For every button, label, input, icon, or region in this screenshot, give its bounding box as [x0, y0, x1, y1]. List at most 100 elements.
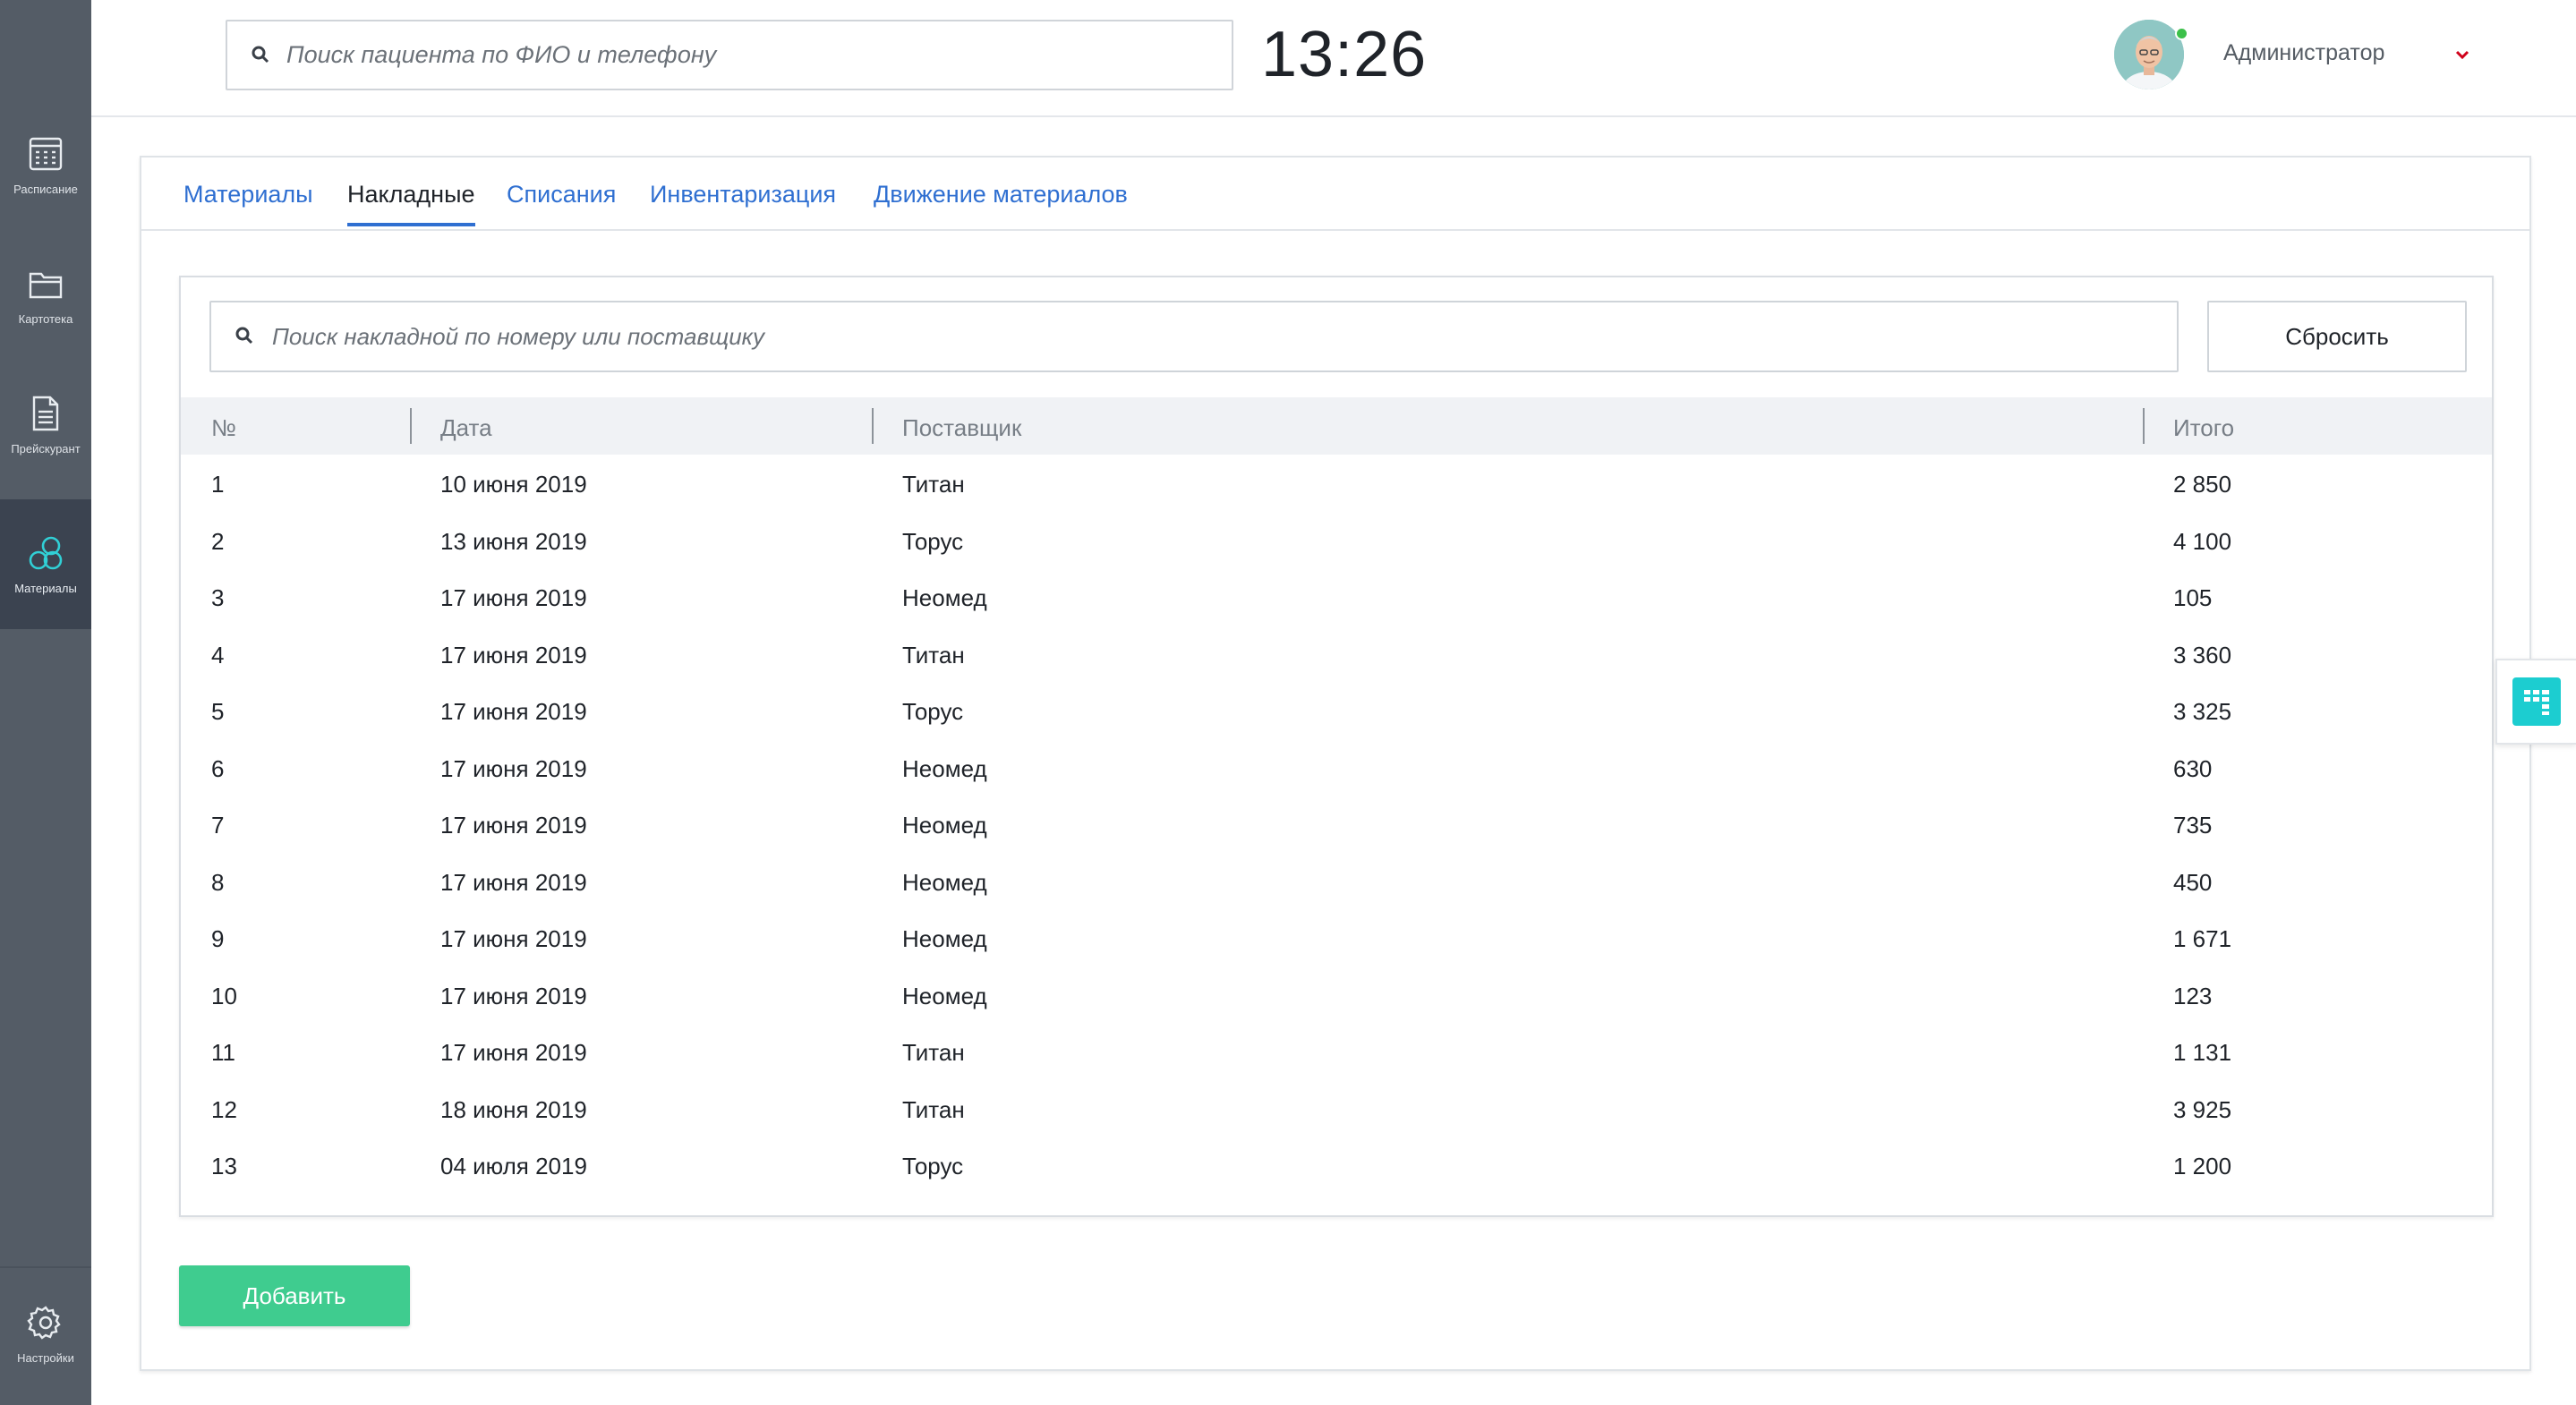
table-header: № Дата Поставщик Итого	[181, 397, 2492, 455]
cell-supplier: Титан	[902, 471, 965, 498]
table-row[interactable]: 3 17 июня 2019 Неомед 105	[181, 568, 2492, 626]
cell-number: 9	[211, 925, 225, 952]
patient-search-box[interactable]	[226, 20, 1233, 90]
cell-date: 10 июня 2019	[440, 471, 587, 498]
cell-total: 1 131	[2173, 1039, 2232, 1066]
grid-widget-icon	[2524, 690, 2549, 715]
sidebar-item-pricelist[interactable]: Прейскурант	[0, 360, 91, 490]
sidebar-item-label: Настройки	[17, 1351, 74, 1365]
gear-icon	[27, 1306, 61, 1340]
sidebar-item-schedule[interactable]: Расписание	[0, 100, 91, 230]
column-resize-handle[interactable]	[2143, 408, 2145, 444]
column-header-total[interactable]: Итого	[2173, 414, 2234, 442]
table-row[interactable]: 8 17 июня 2019 Неомед 450	[181, 853, 2492, 910]
cell-total: 105	[2173, 584, 2213, 611]
cell-date: 17 июня 2019	[440, 584, 587, 611]
cell-number: 11	[211, 1039, 235, 1066]
table-row[interactable]: 2 13 июня 2019 Торус 4 100	[181, 512, 2492, 569]
column-header-number[interactable]: №	[211, 414, 236, 442]
cell-number: 8	[211, 868, 225, 896]
sidebar-item-label: Материалы	[14, 582, 77, 595]
cell-total: 3 360	[2173, 641, 2232, 668]
doctor-avatar-image	[2114, 20, 2184, 89]
cell-number: 5	[211, 698, 225, 725]
cell-date: 13 июня 2019	[440, 527, 587, 555]
tab-inventory[interactable]: Инвентаризация	[650, 181, 836, 223]
reset-button[interactable]: Сбросить	[2207, 301, 2467, 372]
cell-number: 4	[211, 641, 225, 668]
materials-icon	[29, 536, 63, 570]
cell-number: 1	[211, 471, 225, 498]
column-header-supplier[interactable]: Поставщик	[902, 414, 1021, 442]
widget-icon-box	[2512, 677, 2561, 726]
table-row[interactable]: 10 17 июня 2019 Неомед 123	[181, 966, 2492, 1024]
cell-date: 17 июня 2019	[440, 698, 587, 725]
column-header-date[interactable]: Дата	[440, 414, 492, 442]
document-icon	[32, 396, 59, 431]
cell-date: 18 июня 2019	[440, 1095, 587, 1123]
online-status-dot	[2175, 27, 2188, 40]
invoices-card: Сбросить № Дата Поставщик Итого 1 10 июн…	[179, 276, 2494, 1217]
cell-number: 10	[211, 982, 237, 1009]
add-button[interactable]: Добавить	[179, 1265, 410, 1326]
table-row[interactable]: 11 17 июня 2019 Титан 1 131	[181, 1023, 2492, 1080]
sidebar: Расписание Картотека Прейскурант Материа…	[0, 0, 91, 1405]
cell-number: 13	[211, 1153, 237, 1179]
clock: 13:26	[1261, 19, 1428, 90]
sidebar-item-settings[interactable]: Настройки	[0, 1269, 91, 1399]
cell-total: 450	[2173, 868, 2213, 896]
cell-total: 4 100	[2173, 527, 2232, 555]
cell-date: 17 июня 2019	[440, 812, 587, 839]
cell-supplier: Титан	[902, 1039, 965, 1066]
cell-supplier: Неомед	[902, 812, 987, 839]
invoice-search-input[interactable]	[272, 322, 2177, 351]
cell-date: 17 июня 2019	[440, 1039, 587, 1066]
table-row[interactable]: 5 17 июня 2019 Торус 3 325	[181, 682, 2492, 739]
cell-supplier: Титан	[902, 1095, 965, 1123]
table-row[interactable]: 13 04 июля 2019 Торус 1 200	[181, 1137, 2492, 1194]
user-name[interactable]: Администратор	[2223, 40, 2384, 66]
table-row[interactable]: 6 17 июня 2019 Неомед 630	[181, 739, 2492, 796]
tab-bar: Материалы Накладные Списания Инвентариза…	[141, 158, 2529, 231]
cell-number: 2	[211, 527, 225, 555]
sidebar-item-label: Прейскурант	[11, 442, 81, 456]
cell-total: 123	[2173, 982, 2213, 1009]
search-icon	[252, 46, 269, 63]
cell-date: 17 июня 2019	[440, 868, 587, 896]
floating-widget-button[interactable]	[2495, 659, 2576, 745]
table-row[interactable]: 12 18 июня 2019 Титан 3 925	[181, 1080, 2492, 1137]
table-row[interactable]: 7 17 июня 2019 Неомед 735	[181, 796, 2492, 853]
cell-supplier: Неомед	[902, 868, 987, 896]
table-row[interactable]: 9 17 июня 2019 Неомед 1 671	[181, 909, 2492, 966]
folder-icon	[29, 272, 63, 299]
tab-material-movement[interactable]: Движение материалов	[874, 181, 1128, 223]
cell-total: 735	[2173, 812, 2213, 839]
cell-total: 2 850	[2173, 471, 2232, 498]
calendar-icon	[29, 137, 63, 171]
cell-supplier: Торус	[902, 698, 964, 725]
column-resize-handle[interactable]	[410, 408, 412, 444]
tab-write-offs[interactable]: Списания	[507, 181, 616, 223]
table-row[interactable]: 1 10 июня 2019 Титан 2 850	[181, 455, 2492, 512]
chevron-down-icon[interactable]	[2452, 45, 2472, 64]
cell-supplier: Торус	[902, 527, 964, 555]
cell-supplier: Торус	[902, 1153, 964, 1179]
cell-total: 1 200	[2173, 1153, 2232, 1179]
tab-materials[interactable]: Материалы	[183, 181, 313, 223]
sidebar-item-records[interactable]: Картотека	[0, 230, 91, 360]
patient-search-input[interactable]	[286, 41, 1232, 69]
avatar[interactable]	[2114, 20, 2184, 89]
table-row[interactable]: 4 17 июня 2019 Титан 3 360	[181, 626, 2492, 683]
sidebar-item-materials[interactable]: Материалы	[0, 499, 91, 629]
cell-date: 17 июня 2019	[440, 925, 587, 952]
cell-date: 17 июня 2019	[440, 982, 587, 1009]
cell-number: 12	[211, 1095, 237, 1123]
cell-supplier: Неомед	[902, 584, 987, 611]
tab-invoices[interactable]: Накладные	[347, 181, 475, 226]
top-header: 13:26	[91, 0, 2576, 117]
column-resize-handle[interactable]	[872, 408, 874, 444]
cell-total: 1 671	[2173, 925, 2232, 952]
cell-date: 04 июля 2019	[440, 1153, 587, 1179]
invoice-search-box[interactable]	[209, 301, 2179, 372]
cell-number: 7	[211, 812, 225, 839]
